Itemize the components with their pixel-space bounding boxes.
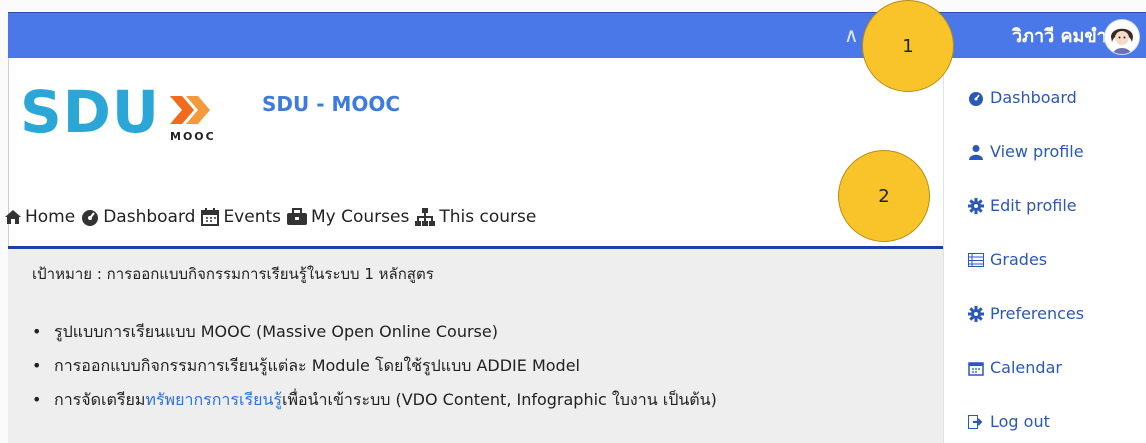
list-item-text-suffix: เพื่อนำเข้าระบบ (VDO Content, Infographi… [281,390,717,409]
nav-my-courses[interactable]: My Courses [286,207,409,227]
calendar-icon [968,360,984,376]
menu-item-label: View profile [990,142,1084,161]
list-item-text-prefix: การจัดเตรียม [54,390,146,409]
home-icon [4,209,22,225]
menu-item-preferences[interactable]: Preferences [968,304,1084,323]
dashboard-icon [968,90,984,106]
bullet-icon: • [32,390,42,409]
user-icon [968,144,984,160]
bullet-icon: • [32,322,42,341]
nav-events[interactable]: Events [200,207,281,227]
nav-dashboard[interactable]: Dashboard [80,207,195,227]
site-name[interactable]: SDU - MOOC [262,92,400,116]
sign-out-icon [968,414,984,430]
menu-item-view-profile[interactable]: View profile [968,142,1084,161]
dashboard-icon [80,208,100,226]
briefcase-icon [286,208,308,226]
learning-resources-link[interactable]: ทรัพยากรการเรียนรู้ [145,386,282,420]
nav-home[interactable]: Home [4,207,75,227]
callout-marker-1: 1 [862,0,954,92]
topic-list: • รูปแบบการเรียนแบบ MOOC (Massive Open O… [32,318,717,420]
menu-item-label: Preferences [990,304,1085,323]
user-name[interactable]: วิภาวี คมขำ [1012,21,1107,50]
sitemap-icon [414,207,436,227]
user-dropdown-menu: Dashboard View profile Edit profile Grad… [943,58,1146,443]
bullet-icon: • [32,356,42,375]
menu-item-label: Log out [990,412,1050,431]
list-item-text: รูปแบบการเรียนแบบ MOOC (Massive Open Onl… [54,322,498,341]
top-navbar: ∧ วิภาวี คมขำ [8,12,1146,59]
menu-item-log-out[interactable]: Log out [968,412,1050,431]
nav-dashboard-label: Dashboard [103,207,196,227]
list-item: • การจัดเตรียม ทรัพยากรการเรียนรู้ เพื่อนำ… [32,386,717,420]
avatar[interactable] [1104,19,1140,55]
list-item-text: การออกแบบกิจกรรมการเรียนรู้แต่ละ Module … [54,356,580,375]
table-icon [968,252,984,268]
menu-item-grades[interactable]: Grades [968,250,1047,269]
list-item: • รูปแบบการเรียนแบบ MOOC (Massive Open O… [32,318,717,352]
logo-subtext: MOOC [170,130,216,143]
avatar-image [1105,20,1139,54]
logo-text: SDU [20,78,161,146]
nav-my-courses-label: My Courses [311,207,410,227]
course-nav: Home Dashboard Events My Courses This co… [4,202,541,232]
nav-this-course-label: This course [439,207,537,227]
goal-text: เป้าหมาย : การออกแบบกิจกรรมการเรียนรู้ใน… [32,265,434,283]
calendar-icon [200,207,220,227]
caret-up-icon: ∧ [844,23,859,47]
menu-item-dashboard[interactable]: Dashboard [968,88,1077,107]
menu-item-label: Dashboard [990,88,1077,107]
cog-icon [968,197,984,214]
menu-item-calendar[interactable]: Calendar [968,358,1062,377]
nav-events-label: Events [223,207,281,227]
logo-chevrons-icon [170,96,210,124]
sdu-mooc-logo[interactable]: SDU MOOC [20,78,230,148]
nav-home-label: Home [25,207,76,227]
callout-marker-2: 2 [838,150,930,242]
menu-item-edit-profile[interactable]: Edit profile [968,196,1077,215]
list-item: • การออกแบบกิจกรรมการเรียนรู้แต่ละ Modul… [32,352,717,386]
nav-this-course[interactable]: This course [414,207,536,227]
menu-item-label: Edit profile [990,196,1077,215]
menu-item-label: Grades [990,250,1048,269]
menu-item-label: Calendar [990,358,1062,377]
cog-icon [968,305,984,322]
